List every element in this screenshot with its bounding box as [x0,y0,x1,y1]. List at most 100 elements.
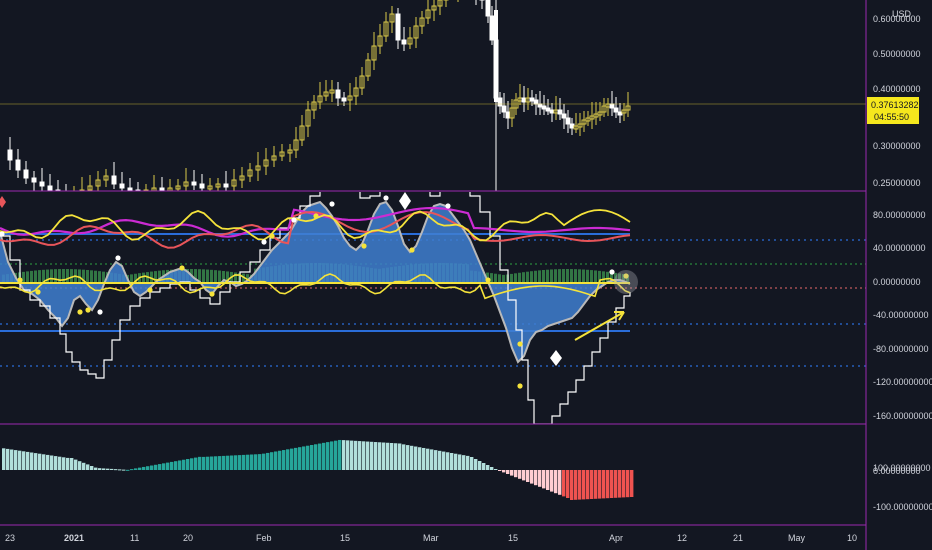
histogram-bar [618,470,622,498]
histogram-bar [474,459,478,470]
candle-body[interactable] [199,183,205,189]
candle-body[interactable] [557,109,563,115]
histogram-bar [250,454,254,470]
candle-body[interactable] [31,177,37,183]
signal-dot [115,255,121,261]
candle-body[interactable] [609,103,615,109]
candle-body[interactable] [561,113,567,119]
candle-body[interactable] [533,99,539,105]
histogram-bar [74,459,78,470]
candle-body[interactable] [529,97,535,102]
candle-body[interactable] [617,111,623,116]
time-label: 11 [130,533,139,543]
signal-dot [85,307,91,313]
osc-green-bar [510,273,513,283]
candle-body[interactable] [15,159,21,171]
candle-body[interactable] [505,111,511,119]
time-label: 15 [508,533,518,543]
histogram-bar [602,470,606,499]
histogram-bar [434,450,438,470]
histogram-bar [394,443,398,470]
last-price-value: 0.37613282 [871,100,919,110]
osc-green-bar [54,269,57,283]
candle-body[interactable] [569,123,575,129]
histogram-bar [162,463,166,470]
histogram-bar [338,439,342,470]
candle-body[interactable] [47,185,53,191]
signal-dot [209,291,215,297]
candle-body[interactable] [191,181,197,186]
histogram-bar [154,464,158,470]
histogram-bar [518,470,522,479]
histogram-bar [494,469,498,470]
histogram-bar [402,444,406,470]
histogram-bar [90,466,94,470]
histogram-bar [558,470,562,495]
histogram-bar [622,470,626,498]
osc-tick: 80.00000000 [873,210,926,220]
histogram-bar [214,456,218,470]
candle-body[interactable] [541,105,547,110]
candle-body[interactable] [549,109,555,114]
osc-green-bar [594,270,597,283]
histogram-bar [118,469,122,471]
histogram-bar [358,441,362,470]
histogram-bar [586,470,590,500]
histogram-bar [302,446,306,470]
histogram-bar [62,457,66,470]
candle-body[interactable] [111,175,117,185]
candle-body[interactable] [537,103,543,108]
signal-dot [517,383,523,389]
histogram-bar [498,470,502,471]
histogram-bar [114,469,118,471]
signal-dot [17,277,23,283]
candle-body[interactable] [341,97,347,102]
time-label: 12 [677,533,687,543]
trading-chart[interactable]: USD 0.60000000 0.50000000 0.40000000 0.3… [0,0,932,550]
histogram-bar [414,446,418,470]
candle-body[interactable] [501,105,507,113]
histogram-bar [82,462,86,470]
candle-body[interactable] [23,169,29,179]
candle-body[interactable] [497,97,503,107]
histogram-bar [382,442,386,470]
histogram-bar [438,450,442,470]
time-label: Feb [256,533,272,543]
histogram-bar [234,455,238,470]
osc-tick: 40.00000000 [873,243,926,253]
hist-tick: 0.00000000 [873,466,921,476]
histogram-bar [126,469,130,471]
histogram-bar [514,470,518,478]
candle-body[interactable] [565,117,571,125]
candle-body[interactable] [485,0,491,17]
histogram-bar [354,440,358,470]
candle-body[interactable] [613,107,619,113]
histogram-bar [258,454,262,470]
histogram-bar [454,453,458,470]
candle-body[interactable] [335,89,341,99]
osc-green-bar [574,269,577,283]
candle-body[interactable] [521,97,527,103]
candle-body[interactable] [489,15,495,41]
histogram-bar [318,443,322,470]
candle-body[interactable] [545,107,551,112]
histogram-bar [66,457,70,470]
time-label: 2021 [64,533,84,543]
candle-body[interactable] [223,183,229,188]
candle-body[interactable] [401,39,407,45]
histogram-bar [550,470,554,492]
histogram-bar [274,451,278,470]
histogram-bar [122,469,126,471]
histogram-bar [626,470,630,498]
candle-body[interactable] [395,13,401,41]
histogram-bar [346,440,350,470]
candle-body[interactable] [119,183,125,189]
histogram-bar [482,463,486,470]
osc-tick: -120.00000000 [873,377,932,387]
candle-body[interactable] [39,181,45,187]
histogram-bar [502,470,506,473]
histogram-bar [542,470,546,489]
histogram-bar [410,445,414,470]
histogram-bar [590,470,594,499]
candle-body[interactable] [7,149,13,161]
